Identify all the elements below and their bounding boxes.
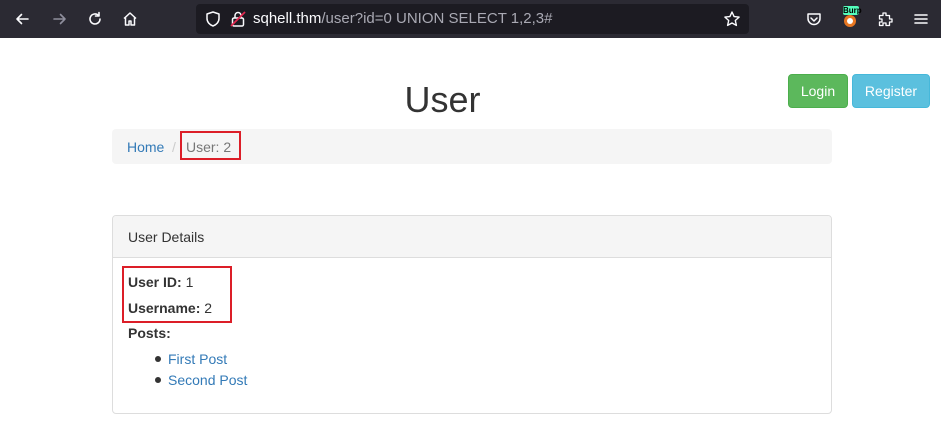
bullet [155,377,161,383]
browser-toolbar: sqhell.thm/user?id=0 UNION SELECT 1,2,3#… [0,0,941,38]
menu-icon[interactable] [909,7,933,31]
posts-row: Posts: [128,325,171,341]
home-icon[interactable] [118,7,142,31]
breadcrumb-separator: / [172,139,176,155]
shield-icon[interactable] [204,10,222,28]
burp-badge: Burp [843,6,862,15]
url-path: /user?id=0 UNION SELECT 1,2,3# [321,10,553,27]
breadcrumb-home-link[interactable]: Home [127,139,164,155]
posts-list: First Post Second Post [155,350,247,392]
extensions-icon[interactable] [873,7,897,31]
page-title: User [404,79,481,120]
post-link-second[interactable]: Second Post [168,372,247,388]
highlight-box-details [122,266,232,323]
bookmark-star-icon[interactable] [723,10,741,28]
list-item: First Post [155,350,247,371]
reload-icon[interactable] [83,7,107,31]
panel-heading: User Details [113,216,831,258]
back-arrow-icon[interactable] [10,7,34,31]
posts-label: Posts: [128,325,171,341]
url-host: sqhell.thm [253,10,322,27]
pocket-icon[interactable] [802,7,826,31]
list-item: Second Post [155,371,247,392]
insecure-lock-icon[interactable] [229,10,247,28]
forward-arrow-icon[interactable] [48,7,72,31]
url-text[interactable]: sqhell.thm/user?id=0 UNION SELECT 1,2,3# [253,10,552,28]
post-link-first[interactable]: First Post [168,351,227,367]
bullet [155,356,161,362]
register-button[interactable]: Register [852,74,930,108]
highlight-box-breadcrumb [180,131,241,160]
login-button[interactable]: Login [788,74,848,108]
address-bar[interactable]: sqhell.thm/user?id=0 UNION SELECT 1,2,3# [196,4,749,34]
